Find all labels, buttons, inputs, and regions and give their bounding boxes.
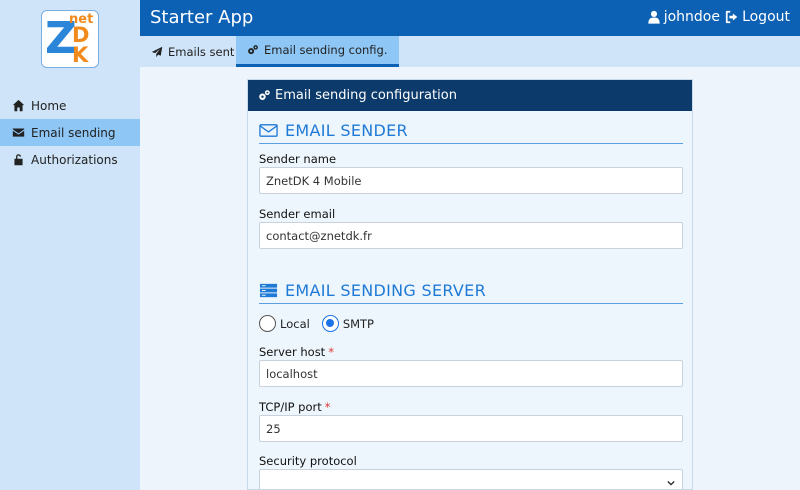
tab-emails-sent[interactable]: Emails sent (140, 36, 245, 67)
radio-smtp[interactable] (321, 315, 339, 332)
chevron-down-icon (667, 480, 675, 486)
sidebar-item-label: Home (31, 98, 67, 113)
label-text: TCP/IP port (259, 400, 322, 414)
paper-plane-icon (151, 46, 163, 57)
unlock-icon (14, 154, 23, 166)
label-text: Sender email (259, 207, 336, 221)
port-input[interactable] (259, 415, 683, 442)
sender-email-input[interactable] (259, 222, 683, 249)
tab-label: Email sending config. (264, 43, 388, 57)
radio-smtp-label: SMTP (342, 316, 374, 331)
config-card: Email sending configuration EMAIL SENDER… (247, 79, 693, 490)
sidebar-nav: Home Email sending Authorizations (0, 92, 140, 173)
tab-label: Emails sent (168, 44, 235, 59)
port-label: TCP/IP port * (259, 400, 331, 414)
sidebar-item-label: Email sending (31, 125, 116, 140)
radio-local[interactable] (259, 315, 276, 332)
logo-dk: DK (72, 23, 90, 67)
app-title: Starter App (150, 7, 254, 28)
cogs-icon (248, 45, 258, 55)
section-title: EMAIL SENDING SERVER (285, 281, 486, 300)
card-title: Email sending configuration (275, 88, 457, 103)
server-host-input[interactable] (259, 360, 683, 387)
envelope-outline-icon (259, 124, 278, 137)
section-email-sender: EMAIL SENDER (259, 118, 683, 144)
tab-email-sending-config[interactable]: Email sending config. (236, 36, 399, 67)
required-mark: * (324, 400, 331, 414)
sign-out-icon (725, 10, 738, 24)
sidebar: Z net DK Home Email sending Authorizatio… (0, 0, 140, 490)
user-menu[interactable]: johndoe (647, 9, 720, 25)
required-mark: * (328, 345, 334, 359)
security-protocol-label: Security protocol (259, 454, 357, 468)
username: johndoe (663, 9, 720, 25)
user-icon (648, 10, 660, 24)
top-header: Starter App johndoe Logout (140, 0, 800, 36)
sidebar-item-home[interactable]: Home (0, 92, 140, 119)
sidebar-item-label: Authorizations (31, 152, 118, 167)
server-mode-radio-group: Local SMTP (259, 315, 386, 332)
section-title: EMAIL SENDER (285, 121, 408, 140)
radio-local-label: Local (280, 316, 310, 331)
tab-bar: Emails sent Email sending config. (140, 36, 800, 67)
section-email-sending-server: EMAIL SENDING SERVER (259, 278, 683, 304)
home-icon (12, 99, 25, 112)
sender-name-label: Sender name (259, 152, 336, 166)
logout-button[interactable]: Logout (725, 9, 790, 25)
label-text: Sender name (259, 152, 337, 166)
server-host-label: Server host * (259, 345, 334, 359)
server-icon (259, 283, 278, 298)
cogs-icon (259, 90, 270, 100)
envelope-icon (12, 128, 25, 137)
sidebar-item-email-sending[interactable]: Email sending (0, 119, 140, 146)
label-text: Server host (259, 345, 326, 359)
sidebar-item-authorizations[interactable]: Authorizations (0, 146, 140, 173)
logout-label: Logout (742, 9, 790, 25)
app-logo[interactable]: Z net DK (41, 10, 99, 68)
sender-name-input[interactable] (259, 167, 683, 194)
security-protocol-select[interactable] (259, 469, 683, 489)
card-header: Email sending configuration (248, 80, 692, 111)
label-text: Security protocol (259, 454, 357, 468)
sender-email-label: Sender email (259, 207, 335, 221)
